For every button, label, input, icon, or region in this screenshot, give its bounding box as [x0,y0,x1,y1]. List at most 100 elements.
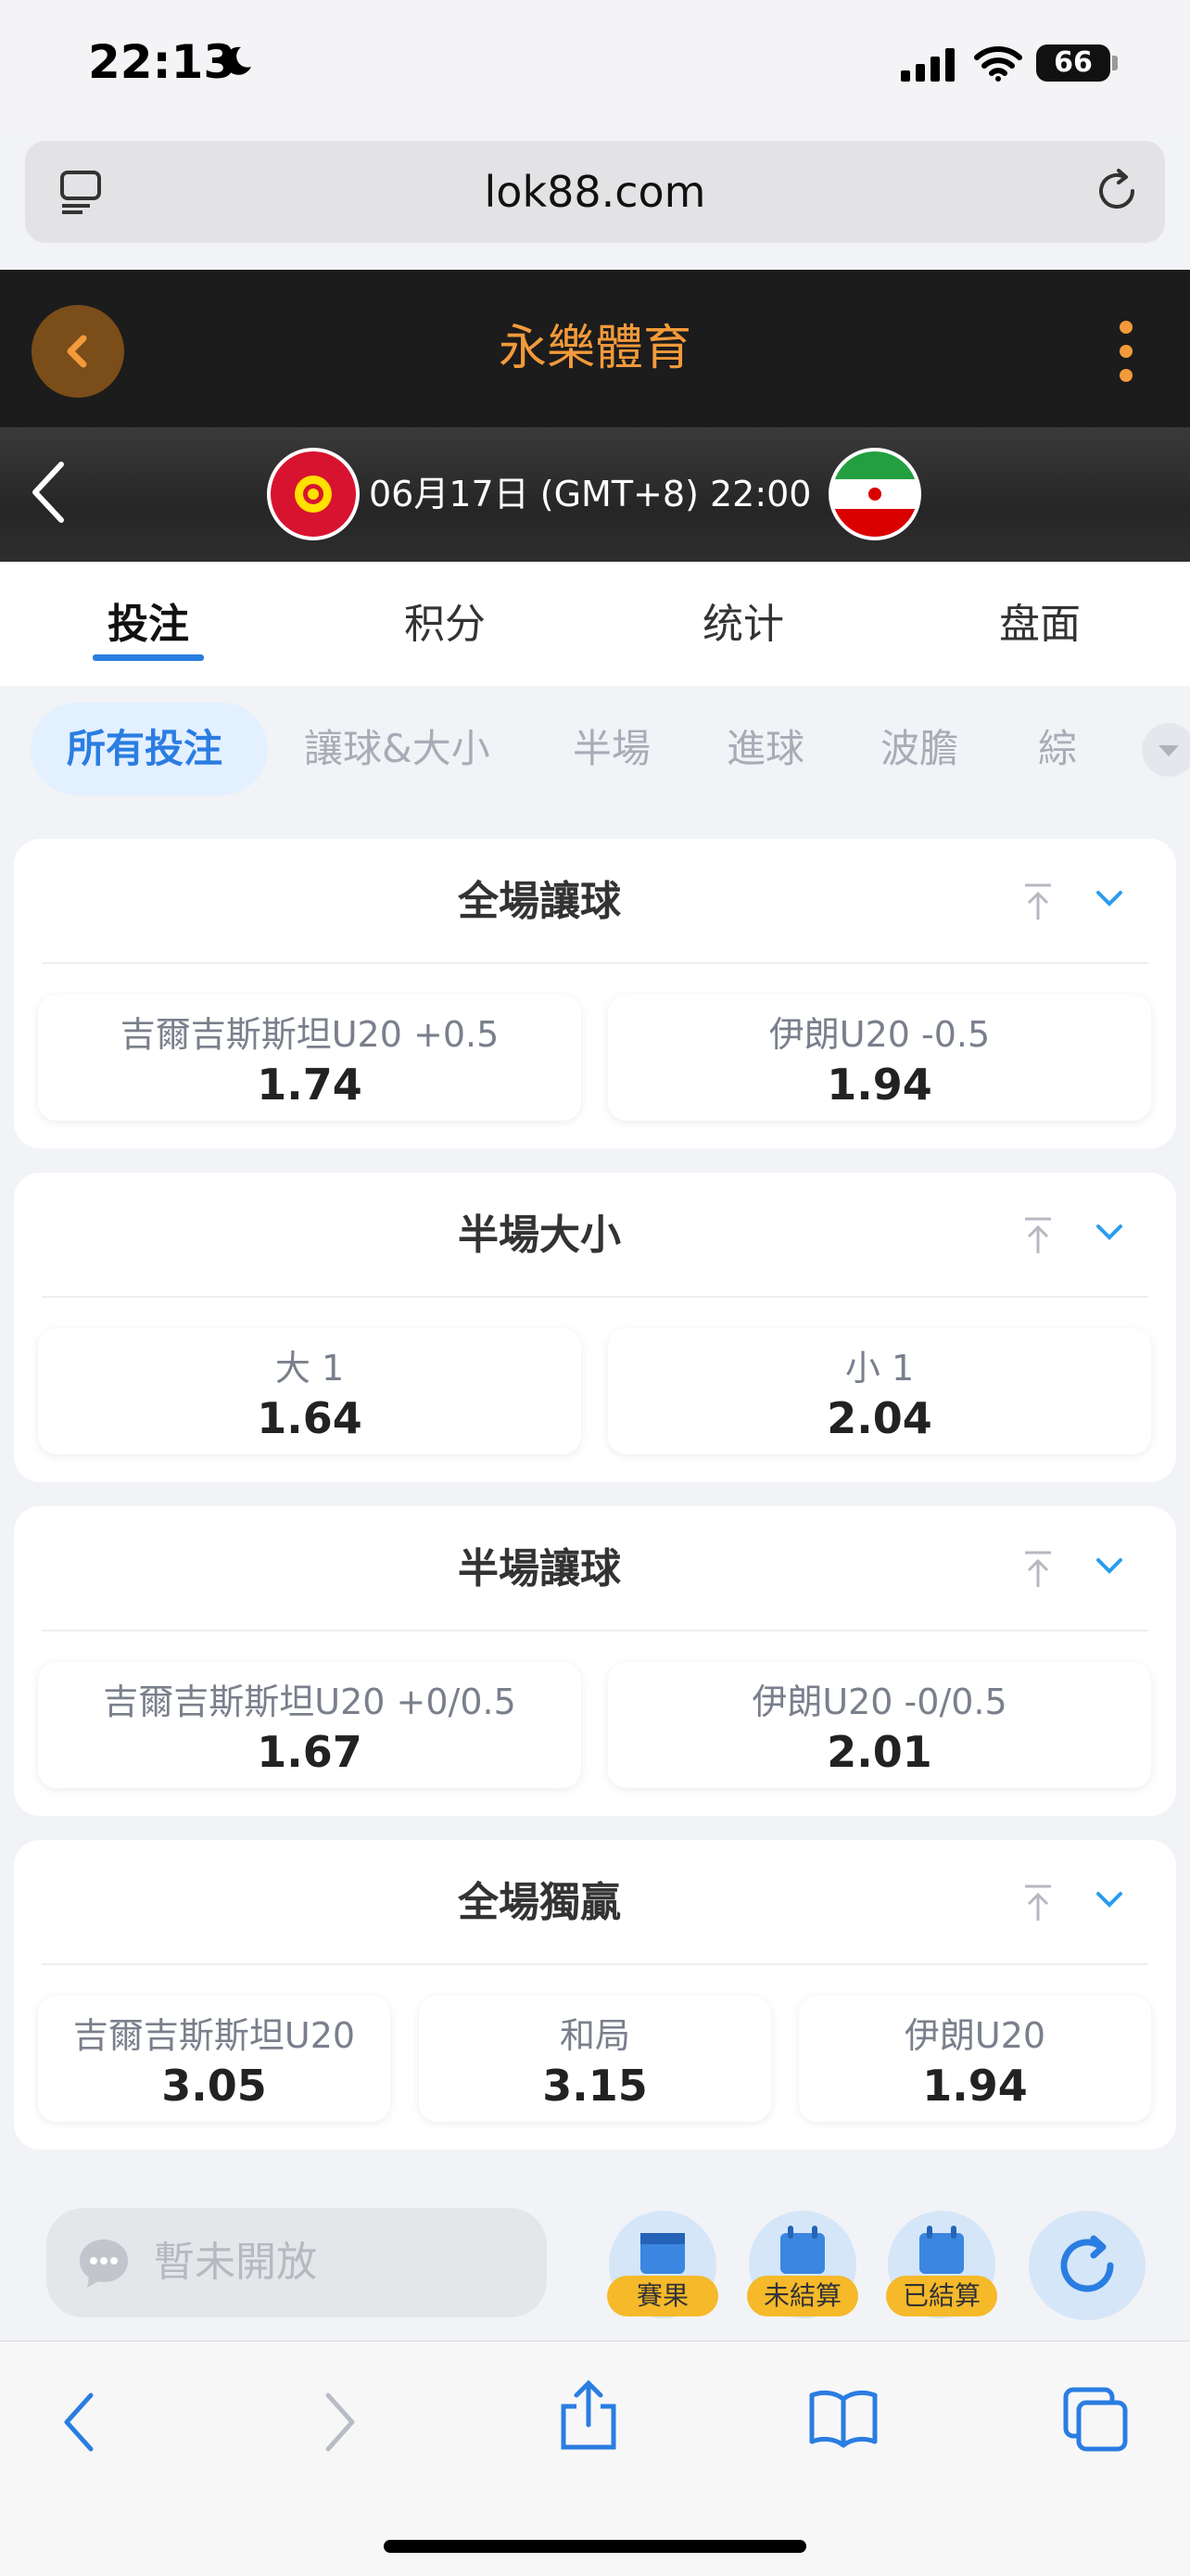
odds-button[interactable]: 大 1 1.64 [38,1328,581,1454]
pin-to-top-icon[interactable] [1019,1214,1057,1257]
refresh-icon [1060,2235,1114,2292]
more-options-icon[interactable] [1112,314,1140,388]
odds-value: 1.67 [257,1727,362,1777]
tab-bet[interactable]: 投注 [56,562,241,686]
divider [42,962,1148,964]
bet-category-tabs: 所有投注 讓球&大小 半場 進球 波膽 綜 [0,686,1190,811]
category-more[interactable]: 綜 [1038,686,1077,811]
odds-value: 1.94 [827,1060,932,1110]
signal-icon [901,48,955,82]
active-tab-indicator [93,654,204,661]
category-goals[interactable]: 進球 [727,686,804,811]
pin-to-top-icon[interactable] [1019,881,1057,923]
market-title: 全場獨贏 [458,1879,621,1926]
chevron-down-icon[interactable] [1091,1219,1128,1247]
match-header: 06月17日 (GMT+8) 22:00 [0,427,1190,562]
results-icon [640,2233,685,2274]
home-indicator [384,2540,806,2553]
odds-value: 1.64 [257,1393,362,1443]
odds-value: 3.05 [161,2061,267,2111]
calendar-icon [919,2226,964,2274]
settled-label: 已結算 [886,2276,997,2316]
divider [42,1630,1148,1631]
results-button[interactable]: 賽果 [607,2211,718,2318]
battery-indicator: 66 [1036,44,1110,82]
tab-standings[interactable]: 积分 [352,562,538,686]
unsettled-button[interactable]: 未結算 [747,2211,858,2318]
odds-value: 3.15 [542,2061,648,2111]
odds-label: 和局 [559,2015,630,2056]
reload-icon[interactable] [1089,163,1145,219]
settled-button[interactable]: 已結算 [886,2211,997,2318]
odds-button[interactable]: 和局 3.15 [419,1996,771,2122]
share-icon[interactable] [556,2379,621,2453]
status-bar: 22:13 66 [0,0,1190,134]
category-half[interactable]: 半場 [573,686,651,811]
odds-label: 吉爾吉斯斯坦U20 [72,2015,356,2056]
back-arrow-icon[interactable] [57,2390,104,2455]
odds-button[interactable]: 伊朗U20 -0/0.5 2.01 [608,1662,1151,1788]
chat-placeholder: 暫未開放 [154,2239,317,2286]
odds-value: 1.74 [257,1060,362,1110]
category-handicap-ou[interactable]: 讓球&大小 [304,686,490,811]
odds-label: 伊朗U20 [904,2015,1046,2056]
pin-to-top-icon[interactable] [1019,1882,1057,1924]
odds-button[interactable]: 吉爾吉斯斯坦U20 +0.5 1.74 [38,995,581,1121]
odds-label: 伊朗U20 -0/0.5 [752,1681,1007,1722]
tab-board[interactable]: 盘面 [947,562,1133,686]
market-card: 半場大小 大 1 1.64 小 1 2.04 [14,1173,1176,1482]
chat-input[interactable]: 暫未開放 [46,2208,547,2317]
odds-label: 大 1 [274,1348,345,1389]
odds-label: 吉爾吉斯斯坦U20 +0/0.5 [103,1681,516,1722]
odds-value: 2.04 [827,1393,932,1443]
app-header: 永樂體育 [0,270,1190,427]
battery-cap [1112,56,1118,70]
odds-button[interactable]: 小 1 2.04 [608,1328,1151,1454]
triangle-down-icon [1158,745,1179,756]
divider [42,1963,1148,1965]
app-title: 永樂體育 [498,321,691,376]
refresh-button[interactable] [1029,2211,1146,2320]
odds-value: 2.01 [827,1727,932,1777]
kyrgyzstan-flag-icon [267,448,360,540]
odds-label: 吉爾吉斯斯坦U20 +0.5 [120,1014,500,1055]
tabs-overview-icon[interactable] [1060,2384,1131,2455]
chevron-left-icon[interactable] [26,455,72,529]
market-card: 全場讓球 吉爾吉斯斯坦U20 +0.5 1.74 伊朗U20 -0.5 1.94 [14,839,1176,1148]
chevron-left-icon [67,335,87,368]
odds-label: 小 1 [844,1348,915,1389]
category-all-bets[interactable]: 所有投注 [67,686,222,811]
odds-button[interactable]: 吉爾吉斯斯坦U20 3.05 [38,1996,390,2122]
forward-arrow-icon[interactable] [315,2390,361,2455]
iran-flag-icon [829,448,921,540]
odds-value: 1.94 [922,2061,1028,2111]
pin-to-top-icon[interactable] [1019,1548,1057,1591]
chevron-down-icon[interactable] [1091,885,1128,913]
moon-icon [224,46,251,75]
main-tabs: 投注 积分 统计 盘面 [0,562,1190,686]
tab-statistics[interactable]: 统计 [651,562,836,686]
match-datetime: 06月17日 (GMT+8) 22:00 [369,474,812,514]
odds-button[interactable]: 伊朗U20 -0.5 1.94 [608,995,1151,1121]
chevron-down-icon[interactable] [1091,1886,1128,1914]
clock: 22:13 [88,35,236,89]
chevron-down-icon[interactable] [1091,1553,1128,1580]
odds-button[interactable]: 吉爾吉斯斯坦U20 +0/0.5 1.67 [38,1662,581,1788]
unsettled-label: 未結算 [747,2276,858,2316]
back-button[interactable] [32,305,124,398]
divider [42,1296,1148,1298]
chat-bubble-icon [80,2240,128,2288]
calendar-icon [780,2226,825,2274]
url-text[interactable]: lok88.com [25,141,1165,243]
wifi-icon [974,46,1022,82]
market-title: 半場大小 [458,1212,621,1259]
market-card: 半場讓球 吉爾吉斯斯坦U20 +0/0.5 1.67 伊朗U20 -0/0.5 … [14,1506,1176,1816]
category-correct-score[interactable]: 波膽 [880,686,958,811]
market-title: 全場讓球 [458,878,621,925]
bookmarks-icon[interactable] [806,2388,880,2449]
market-card: 全場獨贏 吉爾吉斯斯坦U20 3.05 和局 3.15 伊朗U20 1.94 [14,1840,1176,2150]
category-dropdown-button[interactable] [1142,723,1190,777]
address-bar[interactable]: lok88.com [25,141,1165,243]
market-title: 半場讓球 [458,1545,621,1593]
odds-button[interactable]: 伊朗U20 1.94 [799,1996,1151,2122]
